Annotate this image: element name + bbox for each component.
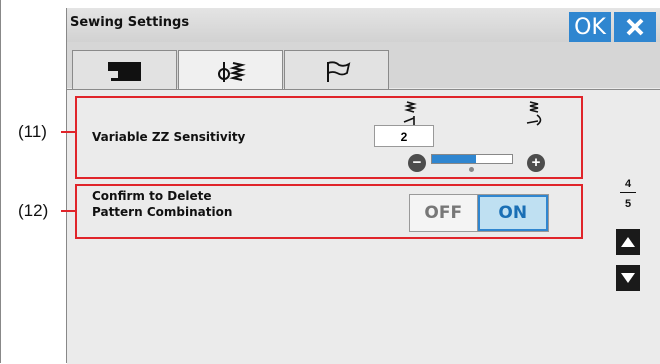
page-divider: [620, 192, 636, 193]
ok-button[interactable]: OK: [569, 12, 611, 42]
page-current: 4: [624, 178, 632, 190]
window-title: Sewing Settings: [70, 15, 190, 30]
callout-box-11: [75, 96, 583, 179]
tab-stitch[interactable]: [178, 50, 283, 91]
stitch-icon: [217, 62, 246, 82]
callout-box-12: [75, 184, 583, 239]
machine-icon: [107, 61, 141, 81]
tab-flag[interactable]: [284, 50, 389, 90]
triangle-down-icon: [621, 273, 635, 283]
callout-label-11: (11): [18, 122, 47, 141]
triangle-up-icon: [621, 237, 635, 247]
flag-icon: [326, 60, 350, 82]
callout-leader-12: [61, 210, 75, 212]
frame-divider: [66, 8, 67, 363]
page-down-button[interactable]: [616, 265, 640, 291]
close-icon: [626, 18, 644, 36]
left-frame-border: [0, 0, 1, 363]
title-bar: Sewing Settings OK: [67, 8, 660, 42]
close-button[interactable]: [614, 12, 656, 42]
callout-label-12: (12): [18, 201, 49, 220]
page-up-button[interactable]: [616, 229, 640, 255]
tab-machine[interactable]: [72, 50, 177, 90]
callout-leader-11: [61, 131, 75, 133]
page-total: 5: [624, 198, 632, 210]
